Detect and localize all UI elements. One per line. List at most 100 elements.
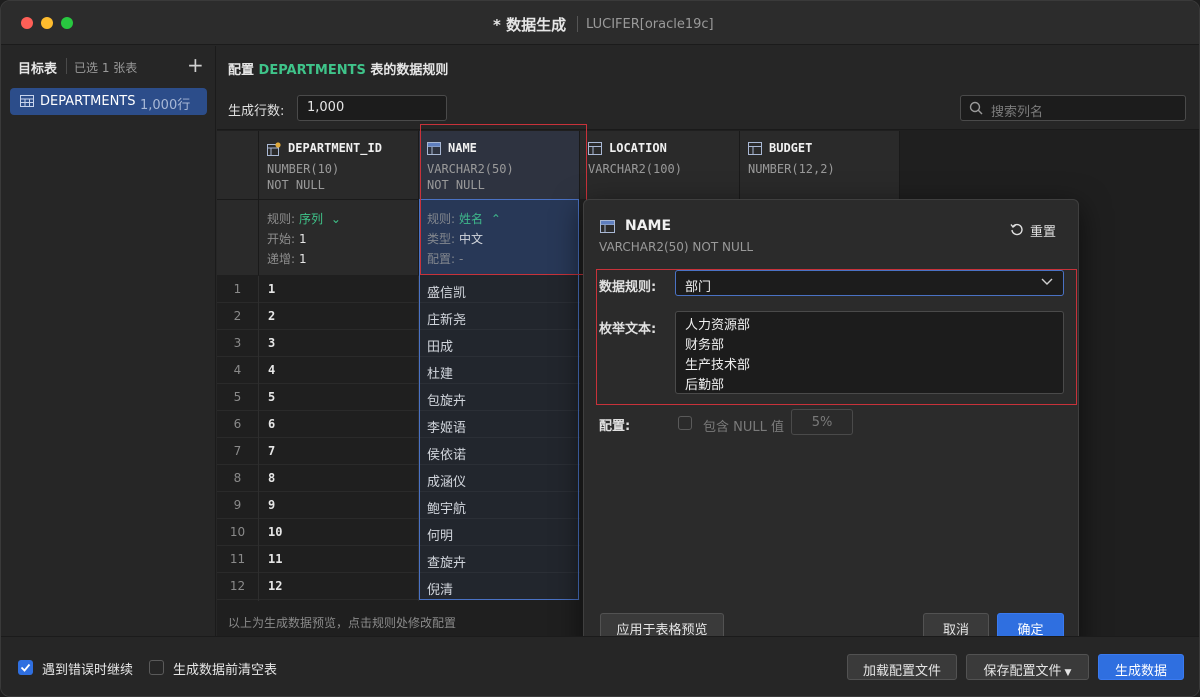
cell-department-id: 7 (268, 444, 276, 458)
clear-before-checkbox[interactable] (149, 660, 164, 675)
rule-value-name[interactable]: 姓名 (459, 212, 483, 226)
rule-row-number-cell (217, 199, 259, 275)
close-window-button[interactable] (21, 17, 33, 29)
table-row[interactable]: 9 9 鲍宇航 (217, 492, 580, 519)
enum-value: 后勤部 (685, 378, 725, 393)
cell-name: 成涵仪 (427, 475, 467, 490)
chevron-down-icon (1041, 278, 1053, 285)
heading-prefix: 配置 (228, 63, 255, 78)
row-number: 7 (233, 444, 242, 458)
title-divider (577, 16, 578, 32)
table-row[interactable]: 3 3 田成 (217, 330, 580, 357)
continue-on-error-label: 遇到错误时继续 (42, 663, 134, 678)
clear-before-label: 生成数据前清空表 (173, 663, 278, 678)
column-icon (600, 220, 615, 233)
row-number: 3 (233, 336, 242, 350)
cell-department-id: 5 (268, 390, 276, 404)
table-row[interactable]: 1 1 盛信凯 (217, 276, 580, 303)
search-placeholder: 搜索列名 (991, 105, 1044, 120)
enum-value: 人力资源部 (685, 318, 751, 333)
row-number-header (217, 131, 259, 199)
table-row[interactable]: 7 7 侯依诺 (217, 438, 580, 465)
reset-button[interactable]: 重置 (1030, 221, 1056, 240)
column-header-budget[interactable]: BUDGET NUMBER(12,2) (740, 131, 900, 199)
config-value: - (459, 252, 464, 266)
step-value: 1 (299, 252, 307, 266)
data-rule-select[interactable]: 部门 (675, 270, 1064, 296)
table-row[interactable]: 10 10 何明 (217, 519, 580, 546)
table-row[interactable]: 6 6 李姬语 (217, 411, 580, 438)
column-icon (748, 142, 762, 155)
save-config-label: 保存配置文件 (983, 664, 1062, 679)
table-row[interactable]: 4 4 杜建 (217, 357, 580, 384)
data-rule-label: 数据规则: (599, 280, 657, 295)
rule-cell-name[interactable]: 规则: 姓名 ⌃ 类型: 中文 配置: - (419, 199, 580, 275)
data-rule-value: 部门 (685, 280, 712, 295)
sidebar-item-departments[interactable]: DEPARTMENTS 1,000行 (10, 88, 207, 115)
grid-divider (258, 276, 259, 601)
preview-footnote: 以上为生成数据预览，点击规则处修改配置 (228, 616, 457, 630)
enum-text-label: 枚举文本: (599, 322, 657, 337)
preview-rows: 1 1 盛信凯 2 2 庄新尧 3 3 田成 4 4 杜建 5 5 包旋卉 6 6 李姬语 7 7 侯依诺 … (217, 276, 580, 601)
generate-data-button[interactable]: 生成数据 (1098, 654, 1184, 680)
maximize-window-button[interactable] (61, 17, 73, 29)
plus-icon[interactable]: + (187, 55, 204, 75)
column-rule-popup: NAME VARCHAR2(50) NOT NULL 重置 数据规则: 部门 枚… (583, 199, 1079, 655)
popup-column-type: VARCHAR2(50) NOT NULL (599, 240, 754, 254)
column-header-name[interactable]: NAME VARCHAR2(50) NOT NULL (419, 131, 580, 199)
cell-department-id: 6 (268, 417, 276, 431)
rule-cell-department-id[interactable]: 规则: 序列 ⌄ 开始: 1 递增: 1 (259, 199, 419, 275)
minimize-window-button[interactable] (41, 17, 53, 29)
column-nullable: NOT NULL (267, 178, 325, 192)
rule-value-sequence[interactable]: 序列 (299, 212, 323, 226)
cell-name: 侯依诺 (427, 448, 467, 463)
cell-name: 庄新尧 (427, 313, 467, 328)
data-generation-window: * 数据生成 LUCIFER[oracle19c] 目标表 已选 1 张表 + … (0, 0, 1200, 697)
include-null-checkbox[interactable] (678, 416, 692, 430)
row-number: 2 (233, 309, 242, 323)
table-row[interactable]: 8 8 成涵仪 (217, 465, 580, 492)
cell-department-id: 10 (268, 525, 283, 539)
row-number: 9 (233, 498, 242, 512)
save-config-button[interactable]: 保存配置文件 ▼ (966, 654, 1089, 680)
row-number: 4 (233, 363, 242, 377)
enum-text-area[interactable]: 人力资源部 财务部 生产技术部 后勤部 (675, 311, 1064, 394)
generation-toolbar: 生成行数: 1,000 搜索列名 (217, 86, 1199, 130)
column-name: NAME (448, 141, 477, 155)
rule-line: 配置: - (427, 250, 463, 267)
null-percent-input[interactable]: 5% (791, 409, 853, 435)
rule-line: 规则: 序列 ⌄ (267, 210, 341, 227)
column-type: NUMBER(10) (267, 162, 340, 176)
search-icon (969, 101, 983, 115)
rule-label: 规则: (267, 212, 296, 226)
column-header-location[interactable]: LOCATION VARCHAR2(100) (580, 131, 740, 199)
row-count-input[interactable]: 1,000 (297, 95, 447, 121)
checkmark-icon (20, 663, 31, 672)
table-row[interactable]: 11 11 查旋卉 (217, 546, 580, 573)
row-number: 5 (233, 390, 242, 404)
sidebar-heading-divider (66, 58, 67, 74)
type-value: 中文 (459, 232, 484, 246)
column-type: VARCHAR2(50) (427, 162, 514, 176)
continue-on-error-checkbox[interactable] (18, 660, 33, 675)
row-number: 10 (229, 525, 246, 539)
cell-department-id: 12 (268, 579, 283, 593)
column-name: BUDGET (769, 141, 813, 155)
reset-icon[interactable] (1010, 222, 1024, 236)
cell-name: 田成 (427, 340, 454, 355)
table-row[interactable]: 2 2 庄新尧 (217, 303, 580, 330)
rule-line: 类型: 中文 (427, 230, 483, 247)
enum-value: 生产技术部 (685, 358, 751, 373)
column-header-department-id[interactable]: DEPARTMENT_ID NUMBER(10) NOT NULL (259, 131, 419, 199)
connection-name: LUCIFER[oracle19c] (586, 17, 714, 32)
chevron-down-icon: ⌄ (327, 212, 341, 226)
cell-department-id: 9 (268, 498, 276, 512)
footer-bar: 遇到错误时继续 生成数据前清空表 加载配置文件 保存配置文件 ▼ 生成数据 (1, 636, 1199, 696)
table-row[interactable]: 5 5 包旋卉 (217, 384, 580, 411)
column-type: VARCHAR2(100) (588, 162, 682, 176)
table-row[interactable]: 12 12 倪清 (217, 573, 580, 600)
cell-name: 查旋卉 (427, 556, 467, 571)
main-header: 配置 DEPARTMENTS 表的数据规则 (217, 46, 1199, 86)
column-search-input[interactable]: 搜索列名 (960, 95, 1186, 121)
load-config-button[interactable]: 加载配置文件 (847, 654, 957, 680)
